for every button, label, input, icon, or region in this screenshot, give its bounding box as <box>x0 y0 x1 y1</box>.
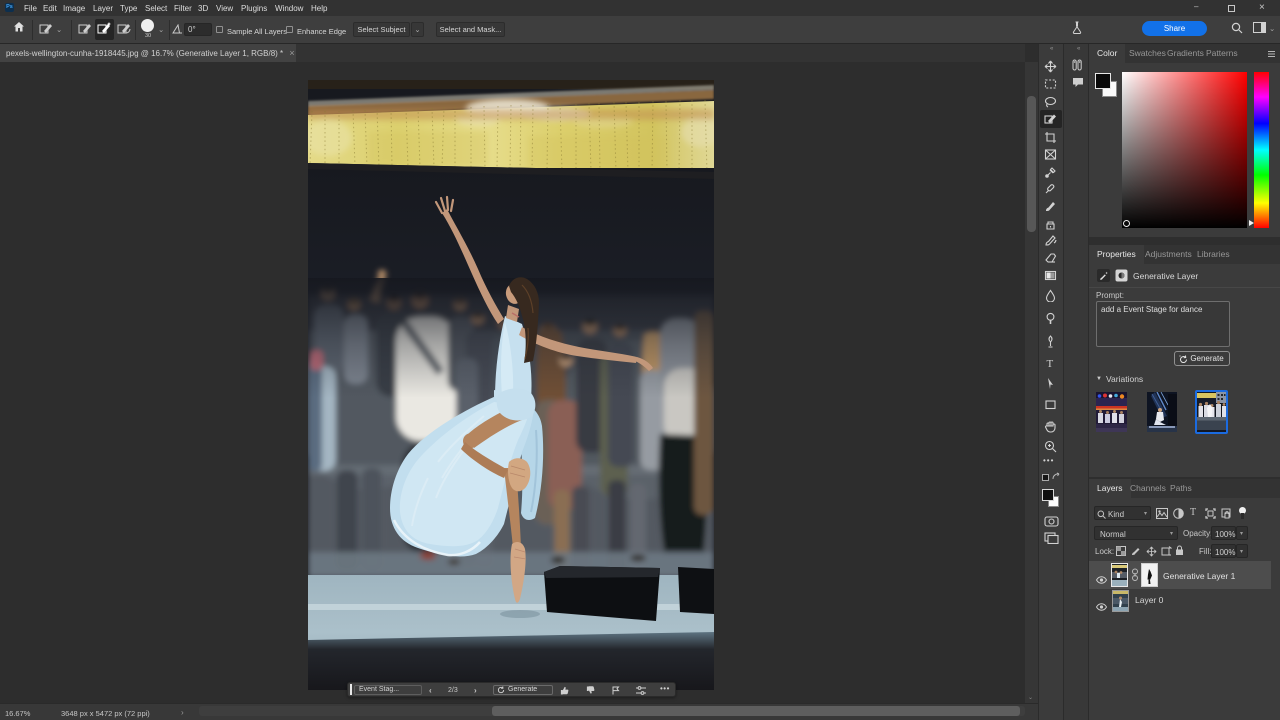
svg-text:T: T <box>1047 358 1054 369</box>
